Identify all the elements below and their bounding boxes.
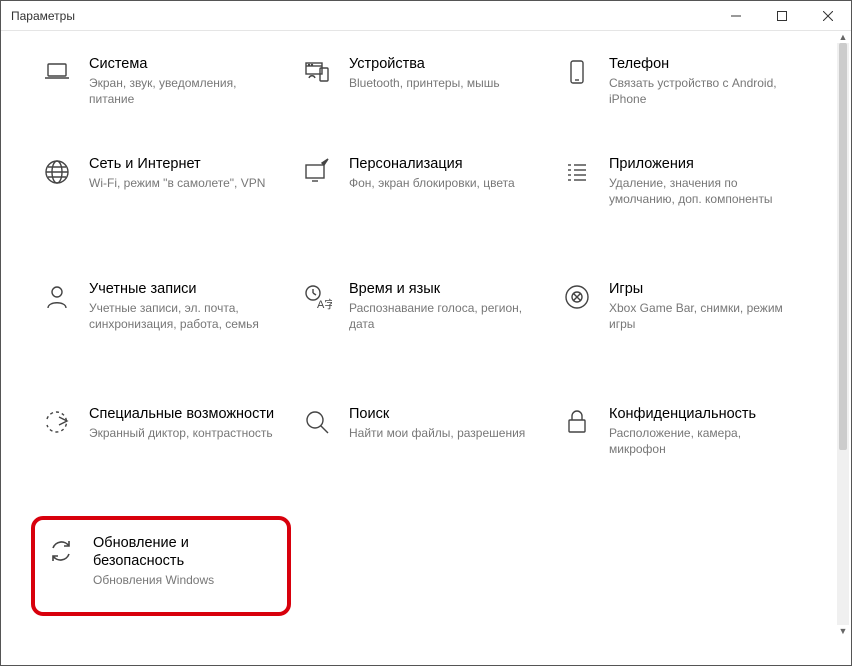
tile-title: Учетные записи — [89, 280, 275, 298]
close-button[interactable] — [805, 1, 851, 31]
tile-title: Поиск — [349, 405, 525, 423]
titlebar: Параметры — [1, 1, 851, 31]
apps-icon — [559, 155, 595, 187]
tile-title: Сеть и Интернет — [89, 155, 265, 173]
settings-grid: Система Экран, звук, уведомления, питани… — [31, 41, 811, 616]
gaming-icon — [559, 280, 595, 312]
devices-icon — [299, 55, 335, 87]
laptop-icon — [39, 55, 75, 87]
minimize-button[interactable] — [713, 1, 759, 31]
tile-subtitle: Обновления Windows — [93, 572, 271, 588]
svg-text:A字: A字 — [317, 297, 332, 311]
tile-subtitle: Удаление, значения по умолчанию, доп. ко… — [609, 175, 795, 207]
tile-apps[interactable]: Приложения Удаление, значения по умолчан… — [551, 141, 811, 266]
tile-personalization[interactable]: Персонализация Фон, экран блокировки, цв… — [291, 141, 551, 266]
ease-of-access-icon — [39, 405, 75, 437]
tile-subtitle: Экранный диктор, контрастность — [89, 425, 274, 441]
window-title: Параметры — [11, 9, 75, 23]
phone-icon — [559, 55, 595, 87]
tile-subtitle: Распознавание голоса, регион, дата — [349, 300, 535, 332]
tile-search[interactable]: Поиск Найти мои файлы, разрешения — [291, 391, 551, 516]
time-language-icon: A字 — [299, 280, 335, 312]
tile-title: Специальные возможности — [89, 405, 274, 423]
tile-system[interactable]: Система Экран, звук, уведомления, питани… — [31, 41, 291, 141]
tile-subtitle: Wi-Fi, режим "в самолете", VPN — [89, 175, 265, 191]
content-area: Система Экран, звук, уведомления, питани… — [1, 31, 851, 665]
globe-icon — [39, 155, 75, 187]
tile-subtitle: Экран, звук, уведомления, питание — [89, 75, 275, 107]
tile-time-language[interactable]: A字 Время и язык Распознавание голоса, ре… — [291, 266, 551, 391]
tile-update-security[interactable]: Обновление и безопасность Обновления Win… — [31, 516, 291, 616]
scrollbar[interactable]: ▲ ▼ — [837, 31, 849, 637]
scroll-track[interactable] — [837, 43, 849, 625]
tile-subtitle: Xbox Game Bar, снимки, режим игры — [609, 300, 795, 332]
tile-title: Система — [89, 55, 275, 73]
tile-title: Игры — [609, 280, 795, 298]
tile-subtitle: Фон, экран блокировки, цвета — [349, 175, 515, 191]
tile-title: Обновление и безопасность — [93, 534, 271, 570]
scroll-thumb[interactable] — [839, 43, 847, 450]
accounts-icon — [39, 280, 75, 312]
scroll-down-icon[interactable]: ▼ — [837, 625, 849, 637]
tile-title: Приложения — [609, 155, 795, 173]
tile-subtitle: Учетные записи, эл. почта, синхронизация… — [89, 300, 275, 332]
update-icon — [43, 534, 79, 566]
scroll-up-icon[interactable]: ▲ — [837, 31, 849, 43]
tile-network[interactable]: Сеть и Интернет Wi-Fi, режим "в самолете… — [31, 141, 291, 266]
tile-subtitle: Связать устройство с Android, iPhone — [609, 75, 795, 107]
tile-gaming[interactable]: Игры Xbox Game Bar, снимки, режим игры — [551, 266, 811, 391]
tile-devices[interactable]: Устройства Bluetooth, принтеры, мышь — [291, 41, 551, 141]
tile-title: Устройства — [349, 55, 500, 73]
personalization-icon — [299, 155, 335, 187]
tile-subtitle: Расположение, камера, микрофон — [609, 425, 795, 457]
tile-phone[interactable]: Телефон Связать устройство с Android, iP… — [551, 41, 811, 141]
window-buttons — [713, 1, 851, 31]
tile-accounts[interactable]: Учетные записи Учетные записи, эл. почта… — [31, 266, 291, 391]
tile-subtitle: Найти мои файлы, разрешения — [349, 425, 525, 441]
tile-subtitle: Bluetooth, принтеры, мышь — [349, 75, 500, 91]
maximize-button[interactable] — [759, 1, 805, 31]
tile-privacy[interactable]: Конфиденциальность Расположение, камера,… — [551, 391, 811, 516]
privacy-icon — [559, 405, 595, 437]
tile-ease-of-access[interactable]: Специальные возможности Экранный диктор,… — [31, 391, 291, 516]
tile-title: Время и язык — [349, 280, 535, 298]
tile-title: Персонализация — [349, 155, 515, 173]
search-icon — [299, 405, 335, 437]
tile-title: Телефон — [609, 55, 795, 73]
tile-title: Конфиденциальность — [609, 405, 795, 423]
